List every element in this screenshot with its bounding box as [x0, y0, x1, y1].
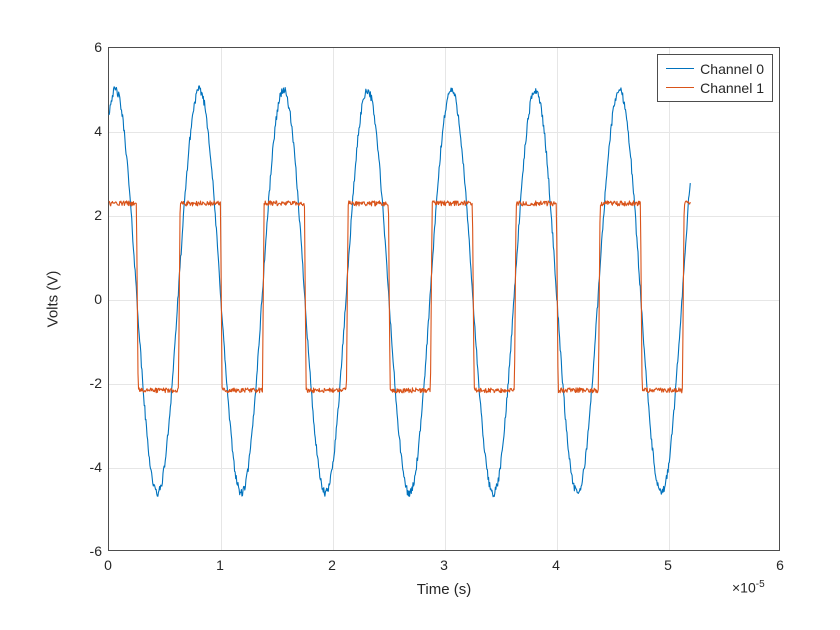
x-tick-label: 4	[552, 557, 560, 573]
x-tick-label: 1	[216, 557, 224, 573]
x-tick-label: 3	[440, 557, 448, 573]
x-tick-label: 6	[776, 557, 784, 573]
legend-entry[interactable]: Channel 1	[666, 78, 764, 97]
legend-label: Channel 0	[700, 61, 764, 77]
x-axis-label: Time (s)	[417, 581, 471, 598]
legend-entry[interactable]: Channel 0	[666, 59, 764, 78]
x-exponent-label: ×10-5	[732, 579, 765, 596]
plot-area	[109, 48, 781, 552]
axes[interactable]: Channel 0 Channel 1	[108, 47, 780, 551]
x-tick-label: 2	[328, 557, 336, 573]
legend[interactable]: Channel 0 Channel 1	[657, 54, 773, 102]
legend-swatch	[666, 68, 694, 69]
legend-swatch	[666, 87, 694, 88]
figure: Channel 0 Channel 1 0 1 2 3 4 5 6 -6 -4 -2 0 2 4 6 Ti…	[0, 0, 840, 630]
y-tick-label: 4	[80, 123, 102, 139]
y-tick-label: 0	[80, 291, 102, 307]
y-tick-label: 2	[80, 207, 102, 223]
y-axis-label: Volts (V)	[45, 271, 62, 328]
y-tick-label: -4	[80, 459, 102, 475]
legend-label: Channel 1	[700, 80, 764, 96]
series-line-0	[109, 86, 690, 497]
x-tick-label: 5	[664, 557, 672, 573]
y-tick-label: -6	[80, 543, 102, 559]
y-tick-label: 6	[80, 39, 102, 55]
x-tick-label: 0	[104, 557, 112, 573]
y-tick-label: -2	[80, 375, 102, 391]
